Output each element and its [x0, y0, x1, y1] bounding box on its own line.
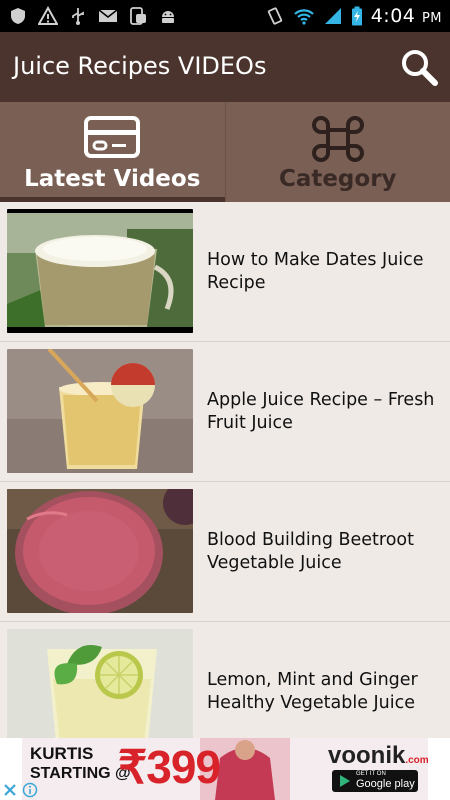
video-thumbnail — [7, 349, 193, 473]
tab-category-label: Category — [278, 166, 397, 192]
usb-icon — [72, 8, 84, 25]
tab-latest-videos[interactable]: Latest Videos — [0, 102, 225, 202]
video-card-icon — [84, 116, 141, 158]
video-title: Lemon, Mint and Ginger Healthy Vegetable… — [207, 669, 418, 713]
video-list: How to Make Dates Juice Recipe Apple Jui… — [0, 202, 450, 738]
cell-signal-icon — [324, 8, 341, 24]
video-list-item[interactable]: Lemon, Mint and Ginger Healthy Vegetable… — [0, 622, 450, 738]
vibrate-icon — [267, 7, 282, 25]
ad-store-small: GET IT ON — [356, 771, 386, 777]
video-title: Apple Juice Recipe – Fresh Fruit Juice — [207, 389, 435, 433]
tab-bar: Latest Videos Category — [0, 102, 450, 202]
android-icon — [162, 11, 174, 23]
ad-text-line2: STARTING @ — [30, 765, 131, 782]
command-icon — [311, 116, 364, 162]
warning-icon — [38, 6, 58, 25]
tab-category[interactable]: Category — [224, 102, 450, 202]
search-button[interactable] — [398, 46, 440, 88]
video-thumbnail — [7, 629, 193, 738]
app-bar: Juice Recipes VIDEOs — [0, 32, 450, 102]
app-title: Juice Recipes VIDEOs — [13, 52, 267, 80]
phone-settings-icon — [130, 7, 146, 25]
video-title: Blood Building Beetroot Vegetable Juice — [207, 529, 414, 573]
ad-close-button[interactable] — [2, 782, 19, 799]
ad-brand: voonik.com — [328, 742, 429, 769]
video-list-item[interactable]: How to Make Dates Juice Recipe — [0, 202, 450, 342]
ad-price: ₹399 — [118, 741, 221, 793]
video-title: How to Make Dates Juice Recipe — [207, 249, 424, 293]
ad-store: Google play — [356, 778, 415, 790]
mail-icon — [98, 9, 118, 22]
video-thumbnail — [7, 489, 193, 613]
search-icon — [402, 50, 438, 86]
ad-info-button[interactable] — [22, 782, 39, 799]
status-time: 4:04 PM — [370, 5, 442, 27]
wifi-icon — [293, 9, 314, 25]
shield-icon — [11, 8, 25, 24]
video-thumbnail — [7, 209, 193, 333]
info-icon — [22, 782, 38, 798]
video-list-item[interactable]: Blood Building Beetroot Vegetable Juice — [0, 482, 450, 622]
video-list-item[interactable]: Apple Juice Recipe – Fresh Fruit Juice — [0, 342, 450, 482]
status-bar: 4:04 PM — [0, 0, 450, 32]
tab-latest-videos-label: Latest Videos — [24, 166, 201, 192]
ad-text-line1: KURTIS — [30, 744, 94, 763]
battery-charging-icon — [351, 6, 362, 26]
close-icon — [4, 784, 16, 796]
ad-banner[interactable]: KURTIS STARTING @ ₹399 voonik.com GET IT… — [0, 738, 450, 800]
